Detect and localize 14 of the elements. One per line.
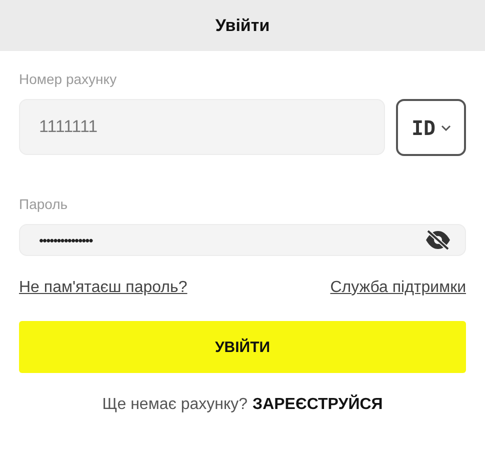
id-type-dropdown[interactable]: ID <box>396 99 466 156</box>
password-field[interactable]: ••••••••••••••• <box>19 224 466 256</box>
password-value: ••••••••••••••• <box>39 232 94 248</box>
support-link[interactable]: Служба підтримки <box>330 279 466 297</box>
field-label: Номер рахунку <box>19 71 118 87</box>
account-number-field[interactable]: 1111111 <box>19 99 385 155</box>
login-button[interactable]: УВІЙТИ <box>19 321 466 373</box>
account-number-value: 1111111 <box>39 117 99 137</box>
register-prompt: Ще немає рахунку? <box>102 396 248 414</box>
page-title: Увійти <box>215 16 270 36</box>
chevron-down-icon <box>440 124 451 130</box>
field-label: Пароль <box>19 196 69 212</box>
register-link[interactable]: ЗАРЕЄСТРУЙСЯ <box>252 396 383 414</box>
forgot-password-link[interactable]: Не пам'ятаєш пароль? <box>19 279 188 297</box>
